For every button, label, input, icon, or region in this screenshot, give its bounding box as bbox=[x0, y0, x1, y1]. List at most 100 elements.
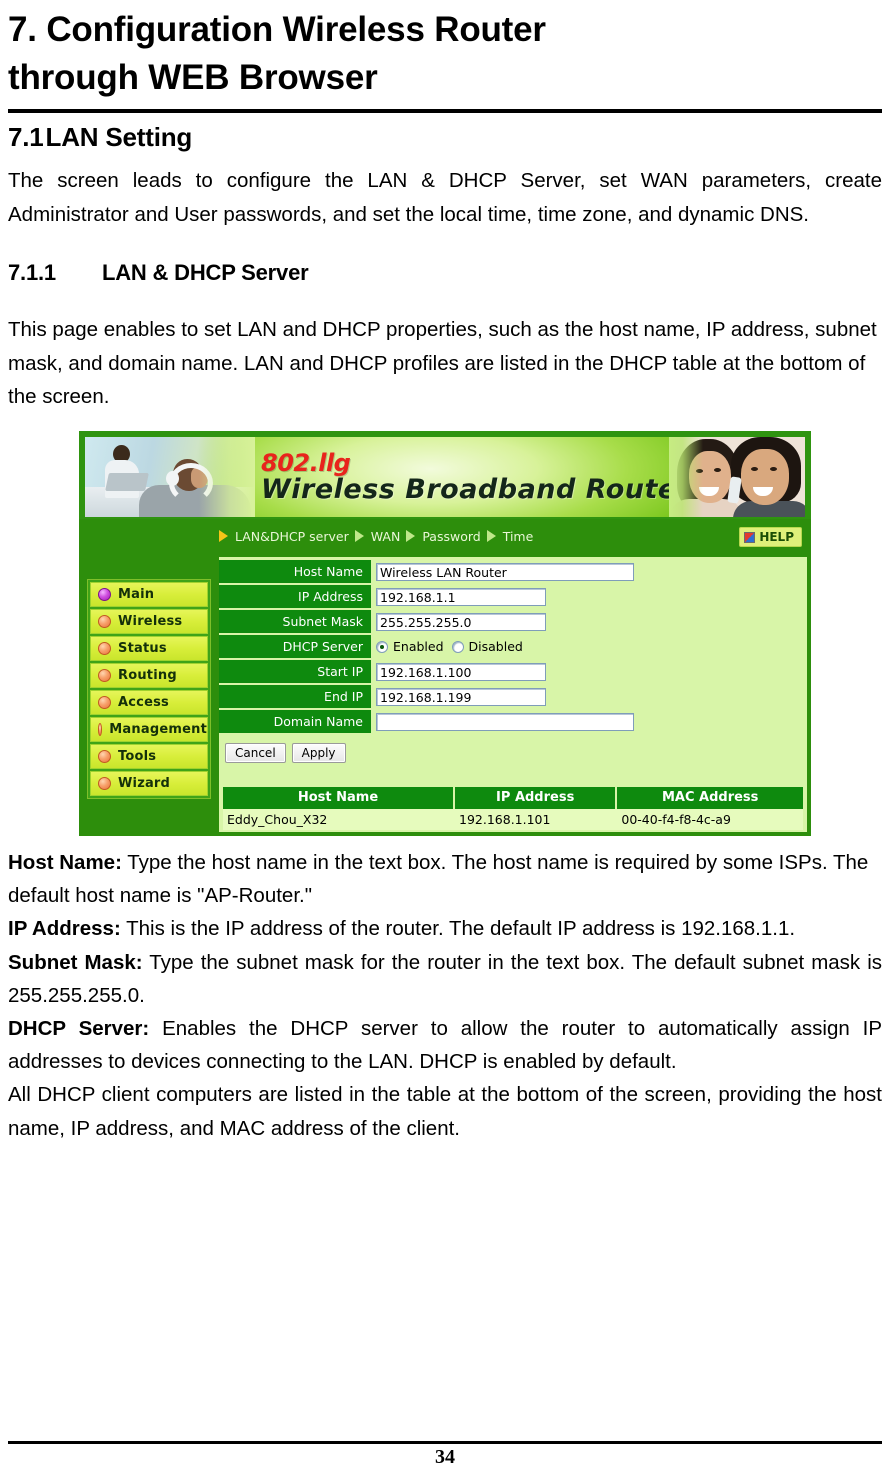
bullet-icon bbox=[98, 669, 111, 682]
router-screenshot-figure: 802.llg Wireless Broadband Router LAN&DH… bbox=[8, 431, 882, 836]
subsection-number: 7.1.1 bbox=[8, 259, 56, 285]
form-row-ip-address: IP Address 192.168.1.1 bbox=[219, 585, 807, 608]
bullet-icon bbox=[98, 723, 103, 736]
form-row-dhcp-server: DHCP Server Enabled Disabled bbox=[219, 635, 807, 658]
page-title: 7. Configuration Wireless Router through… bbox=[8, 0, 882, 103]
photo-face bbox=[741, 449, 789, 505]
bullet-icon bbox=[98, 642, 111, 655]
closing-paragraph: All DHCP client computers are listed in … bbox=[8, 1083, 882, 1140]
start-ip-label: Start IP bbox=[219, 660, 371, 683]
section-number: 7.1 bbox=[8, 121, 44, 152]
photo-eye bbox=[714, 468, 721, 472]
bullet-icon bbox=[98, 696, 111, 709]
brand-block: 802.llg Wireless Broadband Router bbox=[261, 451, 691, 505]
title-line-2: through WEB Browser bbox=[8, 58, 378, 98]
form-button-row: Cancel Apply bbox=[225, 743, 807, 763]
sidebar-item-tools[interactable]: Tools bbox=[90, 744, 208, 769]
end-ip-field-wrap: 192.168.1.199 bbox=[371, 687, 807, 706]
nav-item-label: WAN bbox=[370, 528, 401, 544]
end-ip-input[interactable]: 192.168.1.199 bbox=[376, 687, 546, 706]
banner-gradient: 802.llg Wireless Broadband Router bbox=[85, 437, 805, 517]
sidebar-item-label: Status bbox=[118, 641, 167, 656]
subnet-mask-field-wrap: 255.255.255.0 bbox=[371, 612, 807, 631]
help-button-label: HELP bbox=[759, 530, 794, 544]
title-divider bbox=[8, 108, 882, 113]
sidebar-item-wizard[interactable]: Wizard bbox=[90, 771, 208, 796]
sidebar-item-wireless[interactable]: Wireless bbox=[90, 609, 208, 634]
dhcp-server-radio-group: Enabled Disabled bbox=[376, 639, 523, 654]
sidebar-item-routing[interactable]: Routing bbox=[90, 663, 208, 688]
help-button[interactable]: HELP bbox=[739, 527, 802, 547]
description-text: This is the IP address of the router. Th… bbox=[120, 917, 796, 941]
host-name-input[interactable]: Wireless LAN Router bbox=[376, 562, 634, 581]
subsection-name: LAN & DHCP Server bbox=[102, 259, 309, 285]
bullet-icon bbox=[98, 777, 111, 790]
dhcp-enabled-option[interactable]: Enabled bbox=[376, 639, 444, 654]
form-row-subnet-mask: Subnet Mask 255.255.255.0 bbox=[219, 610, 807, 633]
ip-address-label: IP Address bbox=[219, 585, 371, 608]
footer-divider bbox=[8, 1441, 882, 1444]
sidebar-item-status[interactable]: Status bbox=[90, 636, 208, 661]
cell-host-name: Eddy_Chou_X32 bbox=[227, 812, 328, 827]
dhcp-disabled-option[interactable]: Disabled bbox=[451, 639, 523, 654]
arrow-right-icon bbox=[354, 530, 364, 542]
router-web-ui: 802.llg Wireless Broadband Router LAN&DH… bbox=[79, 431, 811, 836]
host-name-field-wrap: Wireless LAN Router bbox=[371, 562, 807, 581]
section-name: LAN Setting bbox=[45, 121, 193, 152]
description-dhcp-server: DHCP Server: Enables the DHCP server to … bbox=[8, 1012, 882, 1078]
nav-item-label: LAN&DHCP server bbox=[235, 528, 349, 544]
ip-address-input[interactable]: 192.168.1.1 bbox=[376, 587, 546, 606]
description-host-name: Host Name: Type the host name in the tex… bbox=[8, 846, 882, 912]
nav-item-wan[interactable]: WAN bbox=[354, 528, 401, 544]
description-term: DHCP Server: bbox=[8, 1017, 150, 1041]
sidebar-item-management[interactable]: Management bbox=[90, 717, 208, 742]
column-header-ip-address: IP Address bbox=[455, 787, 618, 809]
radio-enabled-icon[interactable] bbox=[376, 640, 388, 653]
router-sidebar: Main Wireless Status Routing Access Mana… bbox=[79, 553, 219, 836]
description-subnet-mask: Subnet Mask: Type the subnet mask for th… bbox=[8, 946, 882, 1012]
sidebar-item-access[interactable]: Access bbox=[90, 690, 208, 715]
dhcp-disabled-label: Disabled bbox=[468, 639, 523, 654]
description-term: IP Address: bbox=[8, 917, 121, 941]
cancel-button[interactable]: Cancel bbox=[225, 743, 286, 763]
cell-ip-address: 192.168.1.101 bbox=[459, 812, 551, 827]
domain-name-label: Domain Name bbox=[219, 710, 371, 733]
section-intro-paragraph: The screen leads to configure the LAN & … bbox=[8, 169, 882, 226]
bullet-icon bbox=[98, 615, 111, 628]
subsection-intro-paragraph: This page enables to set LAN and DHCP pr… bbox=[8, 318, 877, 408]
end-ip-label: End IP bbox=[219, 685, 371, 708]
photo-eye bbox=[770, 467, 777, 471]
dhcp-enabled-label: Enabled bbox=[393, 639, 444, 654]
title-part-1: 7. Configuration bbox=[8, 10, 274, 49]
sidebar-item-label: Wizard bbox=[118, 776, 171, 791]
router-content-panel: Host Name Wireless LAN Router IP Address… bbox=[219, 557, 807, 832]
page-number: 34 bbox=[435, 1446, 455, 1468]
nav-item-lan-dhcp-server[interactable]: LAN&DHCP server bbox=[219, 529, 349, 544]
subnet-mask-input[interactable]: 255.255.255.0 bbox=[376, 612, 546, 631]
domain-name-input[interactable] bbox=[376, 712, 634, 731]
nav-item-password[interactable]: Password bbox=[406, 529, 481, 544]
sidebar-item-label: Wireless bbox=[118, 614, 183, 629]
form-row-end-ip: End IP 192.168.1.199 bbox=[219, 685, 807, 708]
router-nav-bar: LAN&DHCP server WAN Password Time HELP bbox=[79, 519, 811, 553]
sidebar-item-label: Management bbox=[109, 722, 207, 737]
title-part-2: Wireless bbox=[282, 10, 425, 49]
section-heading: 7.1LAN Setting bbox=[8, 121, 882, 155]
dhcp-client-table: Host Name IP Address MAC Address Eddy_Ch… bbox=[223, 787, 803, 830]
table-row: Eddy_Chou_X32 192.168.1.101 00-40-f4-f8-… bbox=[223, 809, 803, 830]
form-row-start-ip: Start IP 192.168.1.100 bbox=[219, 660, 807, 683]
document-page: 7. Configuration Wireless Router through… bbox=[0, 0, 890, 1474]
start-ip-input[interactable]: 192.168.1.100 bbox=[376, 662, 546, 681]
sidebar-menu: Main Wireless Status Routing Access Mana… bbox=[87, 579, 211, 799]
nav-item-time[interactable]: Time bbox=[486, 529, 533, 544]
nav-items: LAN&DHCP server WAN Password Time bbox=[219, 529, 533, 544]
description-term: Host Name: bbox=[8, 851, 122, 874]
page-footer: 34 bbox=[8, 1441, 882, 1468]
banner-photo-left bbox=[85, 437, 255, 517]
photo-fade bbox=[199, 437, 255, 517]
radio-disabled-icon[interactable] bbox=[451, 640, 464, 653]
description-term: Subnet Mask: bbox=[8, 950, 143, 974]
title-part-3: Router bbox=[434, 10, 546, 49]
sidebar-item-main[interactable]: Main bbox=[90, 582, 208, 607]
apply-button[interactable]: Apply bbox=[291, 743, 346, 763]
